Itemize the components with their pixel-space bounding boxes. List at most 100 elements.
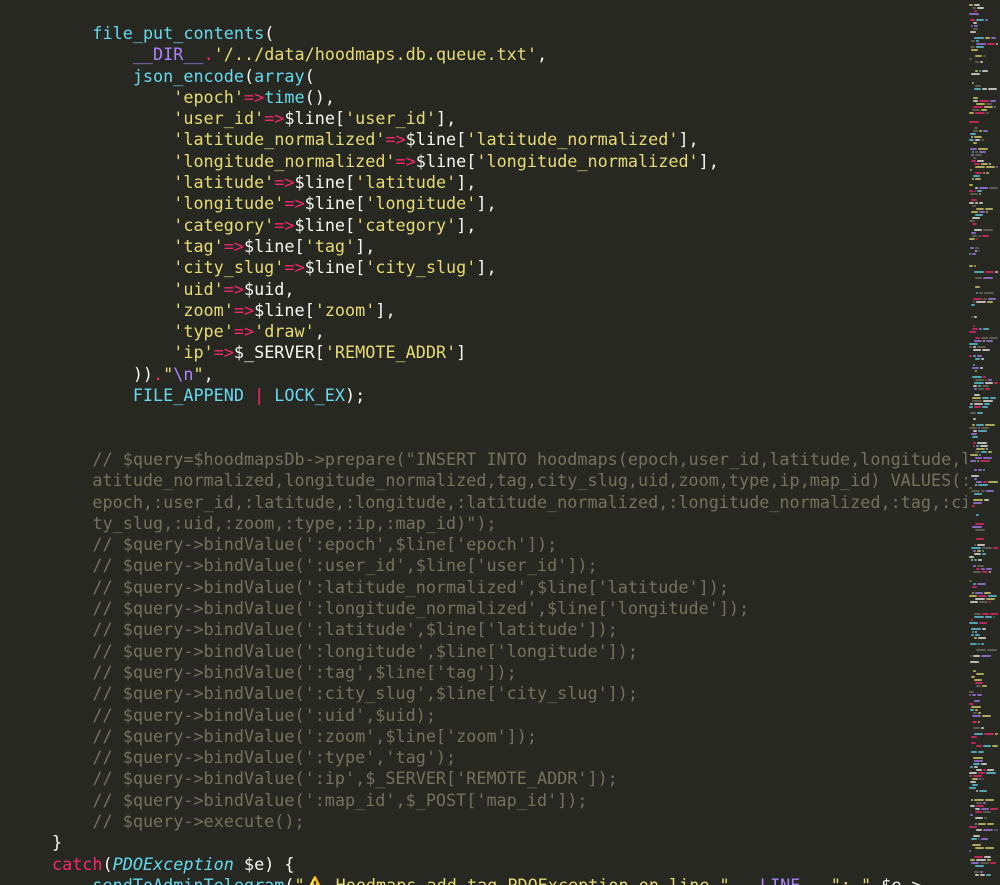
code-line[interactable]: // $query->bindValue(':latitude_normaliz… — [52, 577, 967, 598]
code-line[interactable]: 'type'=>'draw', — [52, 321, 967, 342]
minimap-line — [978, 148, 988, 150]
minimap-line — [969, 427, 977, 429]
minimap-line — [982, 88, 987, 90]
minimap-line — [970, 661, 979, 663]
code-token-cmt: // $query->bindValue(':latitude',$line['… — [92, 619, 618, 640]
code-line[interactable] — [52, 428, 967, 449]
code-line[interactable]: // $query->execute(); — [52, 811, 967, 832]
minimap-line — [979, 292, 983, 294]
minimap-line — [978, 637, 986, 639]
code-line[interactable]: 'zoom'=>$line['zoom'], — [52, 300, 967, 321]
minimap-line — [973, 385, 977, 387]
minimap-line — [979, 454, 981, 456]
minimap-line — [981, 427, 989, 429]
minimap-line — [972, 235, 977, 237]
minimap-line — [976, 829, 982, 831]
code-line[interactable]: sendToAdminTelegram("⚠️ Hoodmaps add tag… — [52, 875, 967, 885]
minimap-line — [971, 706, 981, 708]
minimap-line — [970, 46, 975, 48]
code-line[interactable]: 'ip'=>$_SERVER['REMOTE_ADDR'] — [52, 342, 967, 363]
code-line[interactable]: catch(PDOException $e) { — [52, 854, 967, 875]
code-line[interactable]: 'latitude'=>$line['latitude'], — [52, 172, 967, 193]
code-line[interactable]: // $query=$hoodmapsDb->prepare("INSERT I… — [52, 449, 971, 470]
code-token-plain: $line[ — [244, 235, 305, 256]
code-line[interactable]: } — [52, 832, 967, 853]
code-line[interactable]: 'longitude'=>$line['longitude'], — [52, 193, 967, 214]
code-area[interactable]: file_put_contents( __DIR__.'/../data/hoo… — [52, 23, 971, 885]
code-token-plain: $line[ — [304, 257, 366, 278]
code-line[interactable]: ty_slug,:uid,:zoom,:type,:ip,:map_id)"); — [52, 513, 967, 534]
code-line[interactable] — [52, 406, 967, 427]
minimap-line — [969, 184, 973, 186]
code-line[interactable]: 'user_id'=>$line['user_id'], — [52, 108, 967, 129]
minimap-line — [973, 712, 977, 714]
code-line[interactable]: 'category'=>$line['category'], — [52, 215, 967, 236]
code-line[interactable]: ))."\n", — [52, 364, 967, 385]
code-token-plain: $e) { — [233, 853, 295, 874]
minimap-line — [973, 364, 975, 366]
minimap-line — [984, 106, 993, 108]
minimap-line — [985, 616, 992, 618]
minimap-line — [983, 328, 989, 330]
code-line[interactable]: // $query->bindValue(':type','tag'); — [52, 747, 967, 768]
minimap-line — [972, 223, 977, 225]
minimap-line — [974, 382, 984, 384]
code-line[interactable]: 'epoch'=>time(), — [52, 87, 967, 108]
minimap-line — [977, 460, 979, 462]
code-line[interactable]: // $query->bindValue(':map_id',$_POST['m… — [52, 790, 967, 811]
code-line[interactable]: json_encode(array( — [52, 66, 967, 87]
minimap-line — [975, 817, 983, 819]
code-line[interactable]: // $query->bindValue(':epoch',$line['epo… — [52, 534, 967, 555]
code-line[interactable]: atitude_normalized,longitude_normalized,… — [52, 470, 971, 491]
code-line[interactable]: // $query->bindValue(':latitude',$line['… — [52, 619, 967, 640]
minimap-line — [969, 331, 976, 333]
minimap-line — [986, 166, 995, 168]
minimap-line — [970, 169, 972, 171]
code-line[interactable]: // $query->bindValue(':ip',$_SERVER['REM… — [52, 768, 967, 789]
minimap-line — [976, 769, 982, 771]
code-line[interactable]: 'uid'=>$uid, — [52, 279, 967, 300]
code-line[interactable]: // $query->bindValue(':city_slug',$line[… — [52, 683, 967, 704]
code-line[interactable]: FILE_APPEND | LOCK_EX); — [52, 385, 967, 406]
minimap-line — [983, 481, 987, 483]
minimap-line — [980, 874, 985, 876]
code-line[interactable]: 'city_slug'=>$line['city_slug'], — [52, 257, 967, 278]
minimap-line — [976, 673, 984, 675]
code-line[interactable]: 'longitude_normalized'=>$line['longitude… — [52, 151, 967, 172]
code-line[interactable]: 'tag'=>$line['tag'], — [52, 236, 967, 257]
code-line[interactable]: file_put_contents( — [52, 23, 967, 44]
code-token-fn: sendToAdminTelegram — [92, 874, 285, 885]
code-line[interactable]: // $query->bindValue(':longitude',$line[… — [52, 641, 967, 662]
code-line[interactable]: // $query->bindValue(':longitude_normali… — [52, 598, 967, 619]
code-token-plain: ], — [678, 129, 699, 150]
minimap-line — [976, 802, 982, 804]
code-line[interactable]: // $query->bindValue(':zoom',$line['zoom… — [52, 726, 967, 747]
code-editor[interactable]: file_put_contents( __DIR__.'/../data/hoo… — [0, 0, 1000, 885]
minimap-line — [970, 814, 973, 816]
code-token-str: 'zoom' — [314, 299, 376, 320]
minimap-line — [974, 388, 977, 390]
code-line[interactable]: 'latitude_normalized'=>$line['latitude_n… — [52, 129, 967, 150]
minimap-line — [969, 703, 974, 705]
minimap-line — [974, 229, 982, 231]
minimap-line — [972, 721, 977, 723]
minimap-line — [979, 130, 982, 132]
code-line[interactable]: __DIR__.'/../data/hoodmaps.db.queue.txt'… — [52, 44, 967, 65]
code-line[interactable]: // $query->bindValue(':user_id',$line['u… — [52, 555, 967, 576]
minimap-line — [984, 592, 991, 594]
code-token-cmt: // $query->bindValue(':uid',$uid); — [92, 704, 436, 725]
minimap-line — [972, 436, 978, 438]
code-line[interactable]: // $query->bindValue(':tag',$line['tag']… — [52, 662, 967, 683]
minimap-line — [983, 340, 985, 342]
code-line[interactable]: // $query->bindValue(':uid',$uid); — [52, 705, 967, 726]
minimap-line — [978, 772, 985, 774]
minimap-line — [971, 547, 981, 549]
code-token-str: 'longitude_normalized' — [476, 150, 699, 171]
minimap-line — [984, 499, 989, 501]
minimap[interactable] — [967, 0, 1000, 885]
code-token-op: => — [233, 299, 255, 320]
code-line[interactable]: epoch,:user_id,:latitude,:longitude,:lat… — [52, 492, 971, 513]
code-token-plain: (), — [304, 86, 335, 107]
minimap-line — [981, 568, 985, 570]
